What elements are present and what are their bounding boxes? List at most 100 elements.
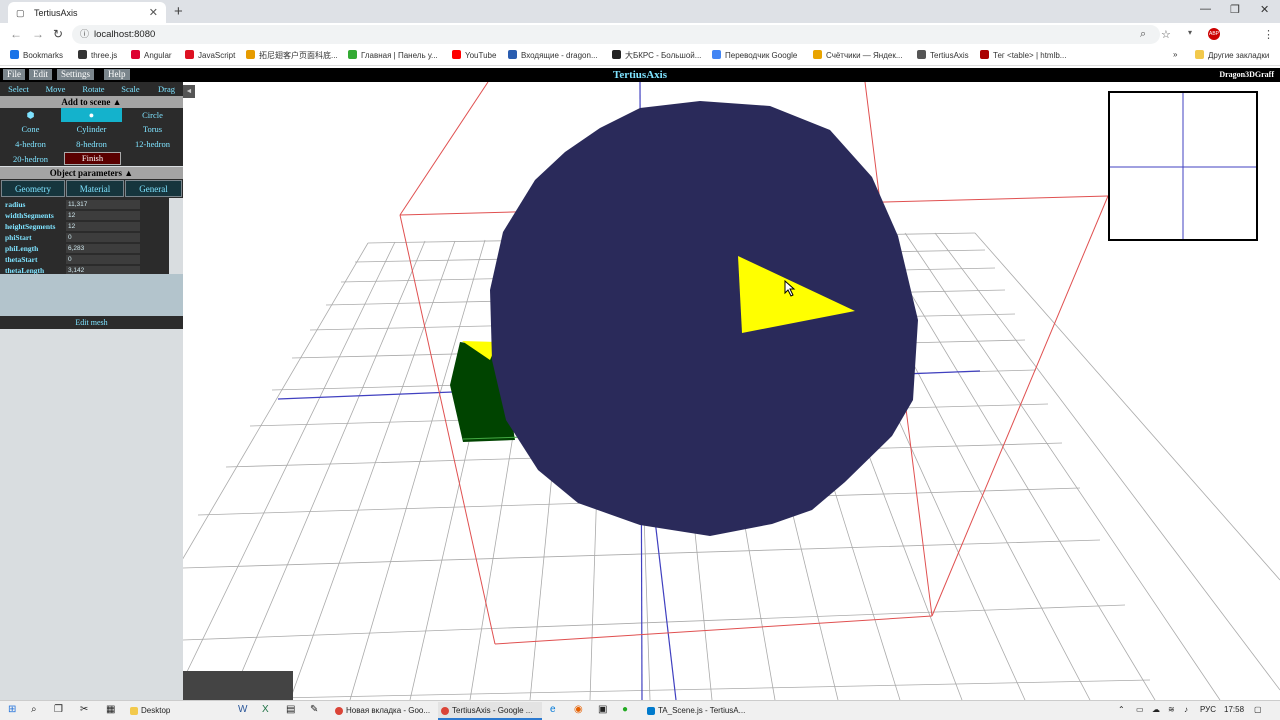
window-close-icon[interactable]: ✕: [1260, 3, 1269, 16]
info-icon[interactable]: ⓘ: [80, 25, 89, 44]
tab-geometry[interactable]: Geometry: [1, 180, 65, 197]
tool-drag[interactable]: Drag: [148, 82, 185, 96]
notes-icon[interactable]: ▤: [286, 704, 295, 715]
object-parameters-header[interactable]: Object parameters ▲: [0, 167, 183, 179]
param-input[interactable]: 0: [66, 233, 140, 242]
excel-icon[interactable]: X: [262, 704, 269, 715]
taskbar-vscode[interactable]: TA_Scene.js - TertiusA...: [644, 702, 750, 720]
bookmark-item[interactable]: Bookmarks: [10, 50, 63, 60]
viewport-minimap[interactable]: [1108, 91, 1258, 241]
wifi-icon[interactable]: ≋: [1168, 705, 1175, 714]
star-icon[interactable]: ☆: [1161, 28, 1171, 41]
new-tab-button[interactable]: +: [174, 3, 183, 20]
edit-mesh-button[interactable]: Edit mesh: [0, 316, 183, 329]
abp-icon[interactable]: ABP: [1208, 28, 1220, 40]
minimize-icon[interactable]: —: [1200, 3, 1211, 15]
finish-button[interactable]: Finish: [64, 152, 121, 165]
shape-circle[interactable]: Circle: [122, 108, 183, 122]
shape-4-hedron[interactable]: 4-hedron: [0, 137, 61, 151]
bookmark-item[interactable]: Тег <table> | htmlb...: [980, 50, 1066, 60]
back-icon[interactable]: ←: [10, 27, 22, 41]
app-icon[interactable]: ▣: [598, 704, 607, 715]
node-icon[interactable]: ●: [622, 704, 628, 715]
tab-material[interactable]: Material: [66, 180, 124, 197]
search-icon[interactable]: ⌕: [31, 704, 37, 715]
menu-help[interactable]: Help: [104, 69, 130, 80]
calculator-icon[interactable]: ▦: [106, 704, 115, 715]
snipping-icon[interactable]: ✂: [80, 704, 88, 715]
notifications-icon[interactable]: ▢: [1254, 705, 1262, 714]
shape-12-hedron[interactable]: 12-hedron: [122, 137, 183, 151]
forward-icon[interactable]: →: [32, 27, 44, 41]
param-input[interactable]: 0: [66, 255, 140, 264]
bookmark-item[interactable]: Angular: [131, 50, 172, 60]
minimap-axes: [1110, 93, 1256, 239]
param-row: thetaStart 0: [0, 254, 169, 265]
clock[interactable]: 17:58: [1224, 705, 1244, 714]
start-icon[interactable]: ⊞: [8, 704, 16, 715]
menu-icon[interactable]: ⋮: [1263, 28, 1274, 41]
app-title: TertiusAxis: [613, 69, 667, 81]
taskbar-desktop[interactable]: Desktop: [127, 702, 227, 720]
dropdown-icon[interactable]: ▾: [1188, 28, 1192, 37]
bookmark-item[interactable]: 拓尼翅客户页面科底...: [246, 50, 338, 61]
bookmark-label: Другие закладки: [1208, 51, 1270, 60]
volume-icon[interactable]: ♪: [1184, 705, 1188, 714]
sphere-object[interactable]: [490, 101, 918, 536]
zoom-icon[interactable]: ⌕: [1140, 28, 1146, 41]
shape-torus[interactable]: Torus: [122, 122, 183, 136]
language-indicator[interactable]: РУС: [1200, 705, 1216, 714]
tool-select[interactable]: Select: [0, 82, 37, 96]
bookmark-item[interactable]: YouTube: [452, 50, 496, 60]
shape-cylinder[interactable]: Cylinder: [61, 122, 122, 136]
sphere-icon: ●: [88, 110, 95, 120]
param-input[interactable]: 12: [66, 222, 140, 231]
param-input[interactable]: 6,283: [66, 244, 140, 253]
taskbar-label: Desktop: [141, 706, 171, 715]
restore-icon[interactable]: ❐: [1230, 3, 1240, 16]
bookmark-item[interactable]: Входящие - dragon...: [508, 50, 598, 60]
taskbar-label: Новая вкладка - Goo...: [346, 706, 431, 715]
tool-scale[interactable]: Scale: [112, 82, 149, 96]
shape-8-hedron[interactable]: 8-hedron: [61, 137, 122, 151]
other-bookmarks[interactable]: Другие закладки: [1195, 50, 1269, 60]
transform-toolbar: Select Move Rotate Scale Drag: [0, 82, 183, 96]
reload-icon[interactable]: ↻: [53, 27, 63, 41]
word-icon[interactable]: W: [238, 704, 247, 715]
tool-rotate[interactable]: Rotate: [75, 82, 112, 96]
edge-icon[interactable]: e: [550, 704, 556, 715]
shape-box[interactable]: ⬢: [0, 108, 61, 122]
browser-tab[interactable]: ▢ TertiusAxis ✕: [8, 2, 166, 23]
shape-20-hedron[interactable]: 20-hedron: [0, 152, 61, 166]
menu-settings[interactable]: Settings: [57, 69, 95, 80]
shape-sphere[interactable]: ●: [61, 108, 122, 122]
menu-file[interactable]: File: [3, 69, 26, 80]
onedrive-icon[interactable]: ☁: [1152, 705, 1160, 714]
collapse-panel-button[interactable]: ◄: [183, 85, 195, 98]
bookmark-item[interactable]: Главная | Панель у...: [348, 50, 438, 60]
bookmark-item[interactable]: JavaScript: [185, 50, 235, 60]
param-input[interactable]: 11,317: [66, 200, 140, 209]
taskbar-chrome-newtab[interactable]: Новая вкладка - Goo...: [332, 702, 434, 720]
menu-edit[interactable]: Edit: [29, 69, 52, 80]
tray-chevron-icon[interactable]: ⌃: [1118, 705, 1125, 714]
bookmark-item[interactable]: 大БКРС - Большой...: [612, 50, 701, 61]
task-view-icon[interactable]: ❐: [54, 704, 63, 715]
url-input[interactable]: ⓘ localhost:8080: [72, 25, 1160, 44]
firefox-icon[interactable]: ◉: [574, 704, 583, 715]
tool-move[interactable]: Move: [37, 82, 74, 96]
add-to-scene-header[interactable]: Add to scene ▲: [0, 96, 183, 108]
shape-cone[interactable]: Cone: [0, 122, 61, 136]
bookmark-item[interactable]: Переводчик Google: [712, 50, 797, 60]
network-icon[interactable]: ▭: [1136, 705, 1144, 714]
more-bookmarks-icon[interactable]: »: [1173, 50, 1177, 59]
bookmark-label: 拓尼翅客户页面科底...: [259, 51, 338, 60]
bookmark-item[interactable]: Счётчики — Яндек...: [813, 50, 903, 60]
tab-general[interactable]: General: [125, 180, 182, 197]
bookmark-item[interactable]: three.js: [78, 50, 117, 60]
bookmark-item[interactable]: TertiusAxis: [917, 50, 969, 60]
param-input[interactable]: 12: [66, 211, 140, 220]
taskbar-chrome-tertiusaxis[interactable]: TertiusAxis - Google ...: [438, 702, 542, 720]
close-tab-icon[interactable]: ✕: [149, 6, 158, 19]
editor-icon[interactable]: ✎: [310, 704, 318, 715]
